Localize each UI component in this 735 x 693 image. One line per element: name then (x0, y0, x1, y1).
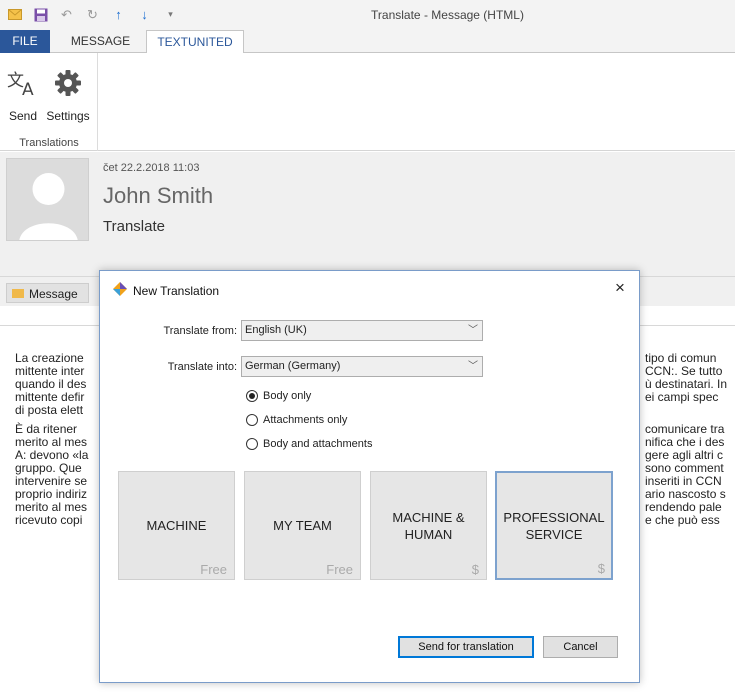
send-for-translation-button[interactable]: Send for translation (398, 636, 534, 658)
sender-name: John Smith (103, 183, 214, 208)
body-text-right: tipo di comun CCN:. Se tutto ù destinata… (645, 352, 735, 527)
service-price: $ (597, 561, 605, 576)
send-button[interactable]: 文 A Send (4, 57, 42, 123)
message-header: čet 22.2.2018 11:03 John Smith Translate (0, 152, 735, 276)
translate-icon: 文 A (4, 57, 42, 109)
service-machine[interactable]: MACHINE Free (118, 471, 235, 580)
close-button[interactable]: × (609, 277, 631, 299)
chevron-down-icon: ﹀ (468, 325, 478, 336)
chevron-down-icon: ﹀ (468, 361, 478, 372)
tab-file[interactable]: FILE (0, 30, 50, 53)
title-bar: ↶ ↻ ↑ ↓ ▾ Translate - Message (HTML) (0, 0, 735, 30)
window-title: Translate - Message (HTML) (371, 8, 524, 22)
message-date: čet 22.2.2018 11:03 (103, 162, 200, 174)
translate-from-select[interactable]: English (UK) ﹀ (241, 320, 483, 341)
textunited-logo-icon (113, 282, 127, 299)
translate-from-label: Translate from: (163, 325, 237, 337)
dialog-title: New Translation (113, 282, 219, 299)
translations-group: 文 A Send Settings Translations (0, 53, 98, 151)
service-price: Free (326, 562, 353, 577)
svg-text:A: A (22, 80, 34, 98)
translate-into-label: Translate into: (167, 361, 237, 373)
ribbon: 文 A Send Settings Translations (0, 53, 735, 151)
service-price: $ (471, 562, 479, 577)
message-tab[interactable]: Message (6, 283, 89, 303)
ribbon-tabs: FILE MESSAGE TEXTUNITED (0, 30, 735, 54)
body-line: e che può ess (645, 513, 720, 527)
tab-textunited[interactable]: TEXTUNITED (146, 30, 244, 54)
radio-body-only[interactable]: Body only (246, 390, 311, 402)
message-subject: Translate (103, 218, 165, 235)
cancel-button[interactable]: Cancel (543, 636, 618, 658)
settings-button[interactable]: Settings (44, 57, 92, 123)
radio-attachments-only[interactable]: Attachments only (246, 414, 347, 426)
group-label: Translations (19, 137, 79, 149)
gear-icon (44, 57, 92, 109)
service-machine-human[interactable]: MACHINE & HUMAN $ (370, 471, 487, 580)
translate-into-select[interactable]: German (Germany) ﹀ (241, 356, 483, 377)
radio-body-and-attachments[interactable]: Body and attachments (246, 438, 372, 450)
envelope-icon (12, 289, 24, 298)
radio-dot (246, 438, 258, 450)
radio-dot (246, 414, 258, 426)
service-my-team[interactable]: MY TEAM Free (244, 471, 361, 580)
new-translation-dialog: New Translation × Translate from: Englis… (99, 270, 640, 683)
tab-message[interactable]: MESSAGE (58, 30, 143, 53)
service-price: Free (200, 562, 227, 577)
avatar (6, 158, 89, 241)
radio-dot (246, 390, 258, 402)
service-professional[interactable]: PROFESSIONAL SERVICE $ (495, 471, 613, 580)
body-line: ei campi spec (645, 390, 719, 404)
